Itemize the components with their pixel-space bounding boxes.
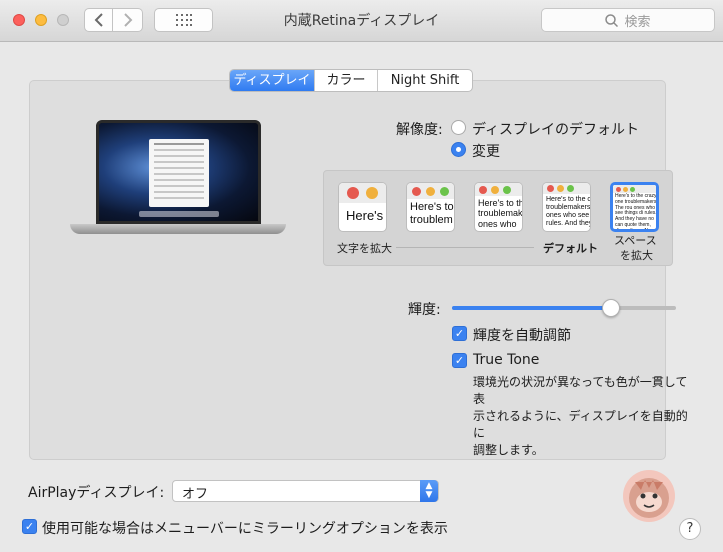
tab-night-shift[interactable]: Night Shift <box>377 70 472 91</box>
back-button[interactable] <box>84 8 113 32</box>
window-title: 内蔵Retinaディスプレイ <box>283 13 440 29</box>
brightness-label: 輝度: <box>408 302 441 318</box>
default-caption: デフォルト <box>543 242 598 255</box>
true-tone-description-line3: 調整します。 <box>473 443 544 457</box>
resolution-scaled-label[interactable]: 変更 <box>472 141 500 161</box>
title-bar: 内蔵Retinaディスプレイ 検索 <box>0 0 723 42</box>
chevron-left-icon <box>94 13 103 27</box>
laptop-preview-image <box>96 120 261 224</box>
close-window-button[interactable] <box>13 14 25 26</box>
show-all-button[interactable] <box>154 8 213 32</box>
brightness-slider-track[interactable] <box>452 306 676 310</box>
search-input[interactable]: 検索 <box>541 8 715 32</box>
laptop-base <box>70 224 286 234</box>
true-tone-description: 環境光の状況が異なっても色が一貫して表 示されるように、ディスプレイを自動的に … <box>473 374 693 459</box>
brightness-slider-fill <box>452 306 612 310</box>
auto-brightness-label[interactable]: 輝度を自動調節 <box>473 325 571 345</box>
search-placeholder: 検索 <box>624 14 651 30</box>
resolution-label: 解像度: <box>396 122 443 138</box>
resolution-default-label[interactable]: ディスプレイのデフォルト <box>472 119 639 139</box>
tab-color[interactable]: カラー <box>314 70 377 91</box>
mirroring-checkbox[interactable]: ✓ <box>22 519 37 534</box>
mirroring-label[interactable]: 使用可能な場合はメニューバーにミラーリングオプションを表示 <box>42 518 448 538</box>
help-button[interactable]: ? <box>679 518 701 540</box>
zoom-window-button[interactable] <box>57 14 69 26</box>
resolution-default-radio[interactable] <box>451 120 466 135</box>
scale-option-2-text: Here's to troublem <box>410 201 454 226</box>
minimize-window-button[interactable] <box>35 14 47 26</box>
true-tone-description-line1: 環境光の状況が異なっても色が一貫して表 <box>473 375 688 406</box>
airplay-selected-value: オフ <box>182 487 209 502</box>
forward-button[interactable] <box>113 8 143 32</box>
airplay-label: AirPlayディスプレイ: <box>28 485 165 501</box>
scale-option-2[interactable]: Here's to troublem <box>406 182 455 232</box>
scale-option-1[interactable]: Here's <box>338 182 387 232</box>
document-thumbnail <box>149 139 209 207</box>
tab-display[interactable]: ディスプレイ <box>230 70 314 91</box>
scale-divider <box>396 247 534 248</box>
scale-option-3[interactable]: Here's to th troublemak ones who <box>474 182 523 232</box>
scale-option-4[interactable]: Here's to the cr troublemakers. ones who… <box>542 182 591 232</box>
grid-icon <box>175 14 192 26</box>
larger-text-caption: 文字を拡大 <box>337 242 392 255</box>
resolution-scaled-radio[interactable] <box>451 142 466 157</box>
auto-brightness-checkbox[interactable]: ✓ <box>452 326 467 341</box>
brightness-slider-knob[interactable] <box>602 299 621 317</box>
dock <box>139 211 219 217</box>
scale-option-3-text: Here's to th troublemak ones who <box>478 198 523 229</box>
more-space-caption-line2: を拡大 <box>620 249 653 262</box>
tab-bar: ディスプレイ カラー Night Shift <box>229 69 473 92</box>
chevron-right-icon <box>123 13 132 27</box>
true-tone-description-line2: 示されるように、ディスプレイを自動的に <box>473 409 688 440</box>
updown-arrows-icon: ▲ ▼ <box>420 480 438 502</box>
scale-option-1-text: Here's <box>346 208 384 223</box>
scale-option-5[interactable]: Here's to the crazy one troublemakers. T… <box>610 182 659 232</box>
search-icon <box>605 13 619 27</box>
airplay-select[interactable]: オフ ▲ ▼ <box>172 480 439 502</box>
scale-option-5-text: Here's to the crazy one troublemakers. T… <box>615 193 658 232</box>
more-space-caption-line1: スペース <box>614 234 657 247</box>
monkey-mascot-icon <box>623 470 675 522</box>
true-tone-label[interactable]: True Tone <box>473 352 539 368</box>
true-tone-checkbox[interactable]: ✓ <box>452 353 467 368</box>
scale-option-4-text: Here's to the cr troublemakers. ones who… <box>546 196 591 228</box>
